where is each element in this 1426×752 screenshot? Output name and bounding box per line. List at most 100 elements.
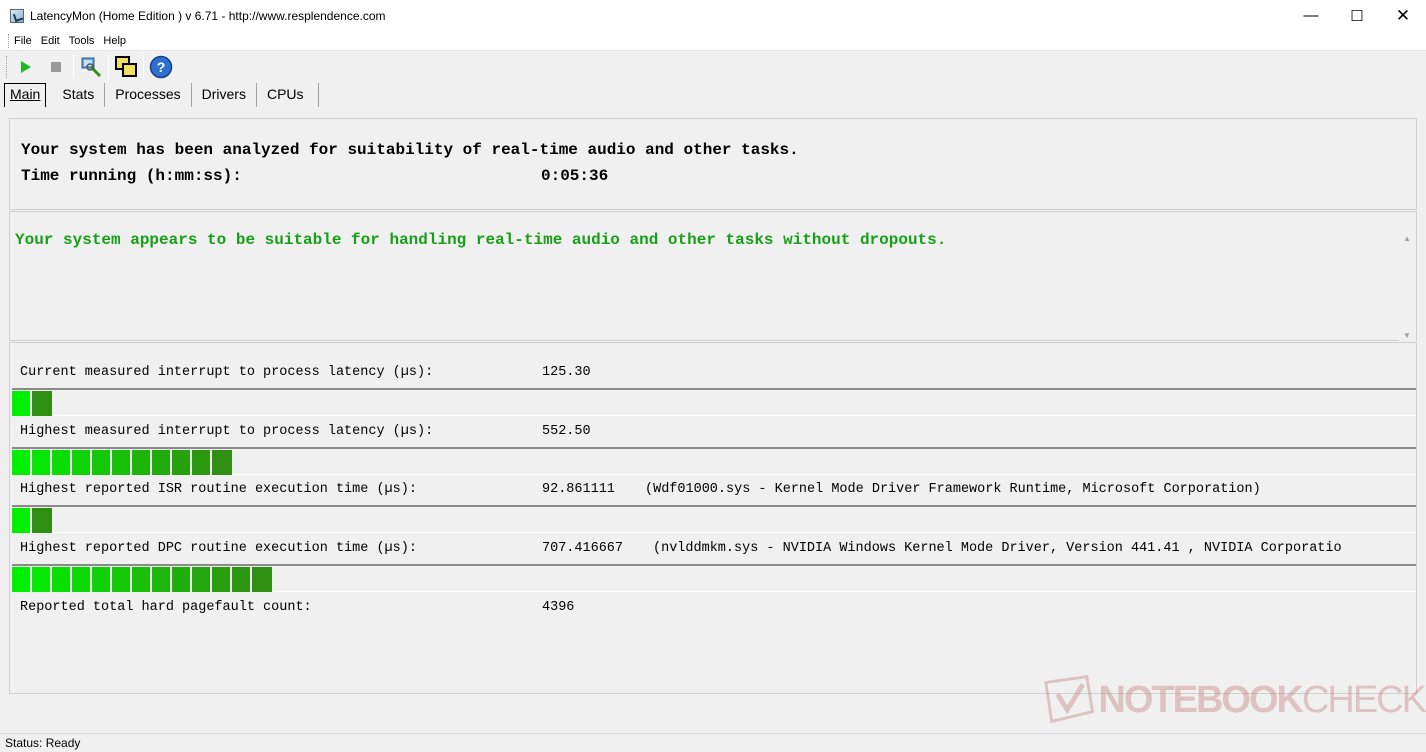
tab-processes-label: Processes — [115, 86, 181, 102]
help-button[interactable]: ? — [148, 54, 174, 80]
toolbar: ? — [0, 52, 1426, 82]
bar-segment — [12, 508, 32, 533]
metric-value: 707.416667 — [542, 541, 624, 556]
metric-label: Highest reported DPC routine execution t… — [20, 541, 417, 556]
bar-segment — [72, 567, 92, 592]
stop-icon — [51, 62, 61, 72]
tab-cpus[interactable]: CPUs — [257, 83, 319, 107]
time-running-label: Time running (h:mm:ss): — [21, 167, 242, 185]
latency-bar — [12, 388, 1416, 416]
menu-help[interactable]: Help — [103, 35, 126, 47]
tab-stats-label: Stats — [62, 86, 95, 102]
status-text: Status: Ready — [5, 736, 81, 750]
bar-segment — [52, 567, 72, 592]
app-icon — [10, 8, 24, 23]
bar-segment — [132, 567, 152, 592]
metric-label: Highest reported ISR routine execution t… — [20, 482, 417, 497]
menu-grip — [8, 33, 11, 48]
watermark-text: NOTEBOOKCHECK — [1098, 678, 1426, 722]
bar-segment — [172, 567, 192, 592]
bar-segment — [32, 567, 52, 592]
latency-bar — [12, 505, 1416, 533]
latency-bar — [12, 564, 1416, 592]
verdict-scrollbar[interactable]: ▲ ▼ — [1399, 232, 1416, 342]
tab-stats[interactable]: Stats — [52, 83, 106, 107]
status-bar: Status: Ready — [0, 733, 1426, 752]
menu-tools[interactable]: Tools — [69, 35, 95, 47]
metric-value: 92.861111 — [542, 482, 615, 497]
bar-fill — [12, 450, 232, 475]
metric-value: 125.30 — [542, 365, 591, 380]
metric-label: Highest measured interrupt to process la… — [20, 424, 434, 439]
bar-segment — [92, 567, 112, 592]
bar-segment — [212, 567, 232, 592]
play-icon — [21, 61, 31, 73]
bar-segment — [192, 450, 212, 475]
metric-label: Current measured interrupt to process la… — [20, 365, 434, 380]
toolbar-separator — [108, 55, 109, 79]
bar-fill — [12, 391, 52, 416]
latency-bar — [12, 447, 1416, 475]
bar-segment — [12, 450, 32, 475]
metric-detail: (Wdf01000.sys - Kernel Mode Driver Frame… — [645, 482, 1261, 497]
bar-segment — [112, 567, 132, 592]
bar-segment — [132, 450, 152, 475]
close-button[interactable]: ✕ — [1380, 0, 1426, 31]
windows-button[interactable] — [113, 54, 139, 80]
bar-segment — [12, 391, 32, 416]
bar-segment — [32, 450, 52, 475]
watermark-thin: CHECK — [1301, 678, 1426, 721]
windows-icon — [115, 56, 137, 77]
bar-segment — [252, 567, 272, 592]
scroll-down-icon[interactable]: ▼ — [1403, 331, 1411, 340]
tab-strip: Main Stats Processes Drivers CPUs — [0, 83, 1426, 107]
minimize-button[interactable]: — — [1288, 0, 1334, 31]
metric-detail: (nvlddmkm.sys - NVIDIA Windows Kernel Mo… — [653, 541, 1342, 556]
tab-drivers-label: Drivers — [201, 86, 246, 102]
scroll-up-icon[interactable]: ▲ — [1403, 234, 1411, 243]
verdict-text: Your system appears to be suitable for h… — [15, 231, 947, 249]
watermark-bold: NOTEBOOK — [1098, 678, 1304, 721]
window-controls: — ☐ ✕ — [1288, 0, 1426, 31]
bar-segment — [232, 567, 252, 592]
tab-main-label: Main — [10, 86, 41, 102]
toolbar-separator — [73, 55, 74, 79]
bar-segment — [112, 450, 132, 475]
analyzed-text: Your system has been analyzed for suitab… — [21, 141, 799, 159]
verdict-panel: Your system appears to be suitable for h… — [9, 211, 1417, 342]
bar-segment — [212, 450, 232, 475]
stop-button[interactable] — [43, 54, 69, 80]
metric-value: 4396 — [542, 600, 575, 615]
summary-panel: Your system has been analyzed for suitab… — [9, 118, 1417, 210]
menu-bar: File Edit Tools Help — [0, 31, 1426, 51]
maximize-button[interactable]: ☐ — [1334, 0, 1380, 31]
bar-segment — [72, 450, 92, 475]
window-title: LatencyMon (Home Edition ) v 6.71 - http… — [30, 8, 386, 23]
bar-segment — [32, 508, 52, 533]
metrics-panel: Current measured interrupt to process la… — [9, 342, 1417, 694]
bar-fill — [12, 567, 272, 592]
help-icon: ? — [149, 55, 173, 79]
bar-segment — [92, 450, 112, 475]
bar-segment — [192, 567, 212, 592]
bar-segment — [152, 450, 172, 475]
menu-edit[interactable]: Edit — [41, 35, 60, 47]
tab-cpus-label: CPUs — [266, 86, 304, 102]
menu-file[interactable]: File — [14, 35, 32, 47]
notebookcheck-logo-icon — [1044, 674, 1095, 724]
tab-main[interactable]: Main — [4, 83, 47, 107]
metric-value: 552.50 — [542, 424, 591, 439]
toolbar-separator — [143, 55, 144, 79]
metric-label: Reported total hard pagefault count: — [20, 600, 312, 615]
tab-processes[interactable]: Processes — [105, 83, 192, 107]
bar-fill — [12, 508, 52, 533]
bar-segment — [12, 567, 32, 592]
start-button[interactable] — [13, 54, 39, 80]
watermark: NOTEBOOKCHECK — [1040, 670, 1426, 730]
probe-button[interactable] — [78, 54, 104, 80]
probe-icon — [81, 57, 102, 78]
time-running-value: 0:05:36 — [541, 167, 609, 185]
bar-segment — [152, 567, 172, 592]
tab-drivers[interactable]: Drivers — [192, 83, 257, 107]
bar-segment — [52, 450, 72, 475]
